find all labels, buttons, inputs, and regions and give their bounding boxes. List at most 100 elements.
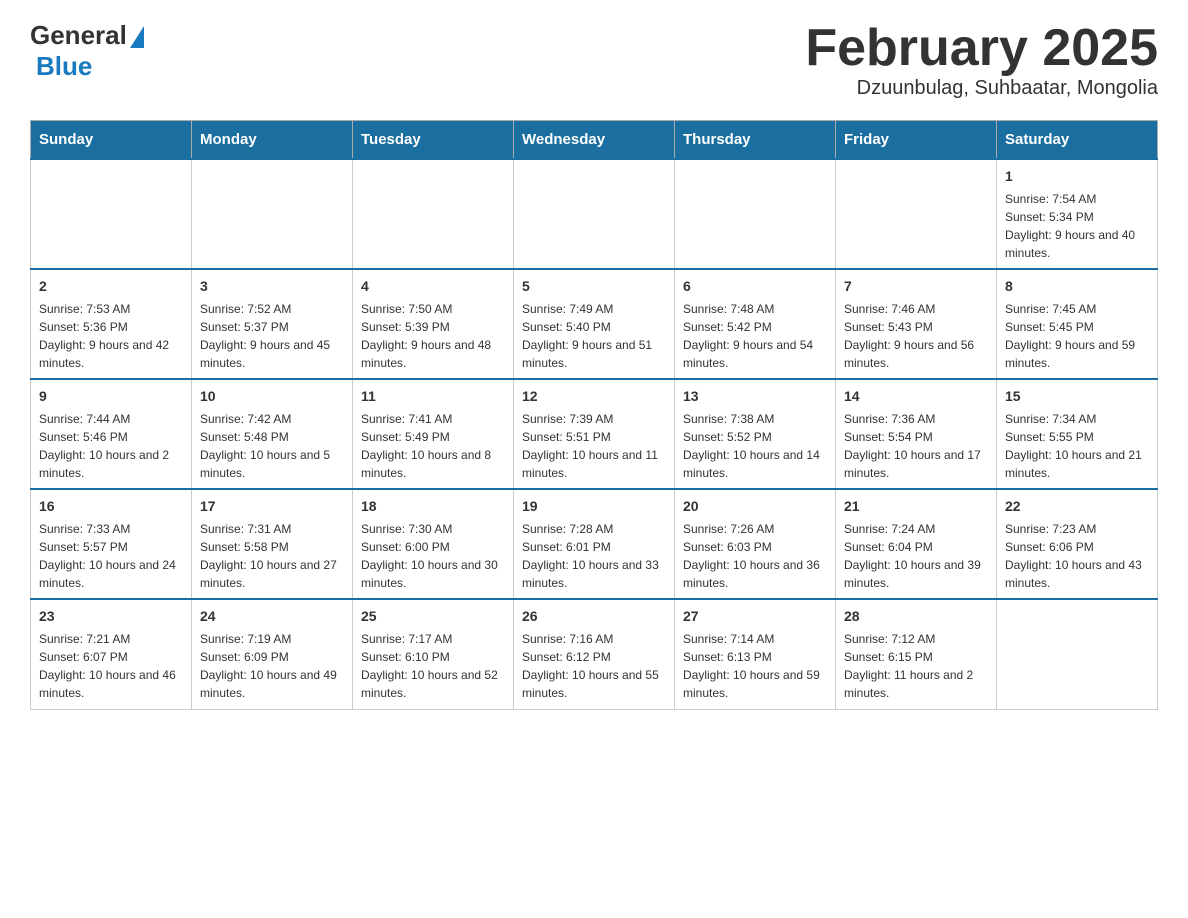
day-number: 19 — [522, 496, 666, 517]
day-number: 23 — [39, 606, 183, 627]
day-number: 17 — [200, 496, 344, 517]
calendar-cell: 22 Sunrise: 7:23 AMSunset: 6:06 PMDayligh… — [997, 489, 1158, 599]
calendar-cell: 2 Sunrise: 7:53 AMSunset: 5:36 PMDaylight… — [31, 269, 192, 379]
page-header: General Blue February 2025 Dzuunbulag, S… — [30, 20, 1158, 100]
day-info: Sunrise: 7:48 AMSunset: 5:42 PMDaylight:… — [683, 300, 827, 372]
day-info: Sunrise: 7:23 AMSunset: 6:06 PMDaylight:… — [1005, 520, 1149, 592]
logo: General Blue — [30, 20, 144, 82]
day-number: 24 — [200, 606, 344, 627]
day-number: 27 — [683, 606, 827, 627]
day-number: 13 — [683, 386, 827, 407]
calendar-cell — [514, 159, 675, 269]
day-info: Sunrise: 7:50 AMSunset: 5:39 PMDaylight:… — [361, 300, 505, 372]
day-number: 6 — [683, 276, 827, 297]
calendar-cell: 17 Sunrise: 7:31 AMSunset: 5:58 PMDayligh… — [192, 489, 353, 599]
day-info: Sunrise: 7:41 AMSunset: 5:49 PMDaylight:… — [361, 410, 505, 482]
calendar-cell: 12 Sunrise: 7:39 AMSunset: 5:51 PMDayligh… — [514, 379, 675, 489]
day-info: Sunrise: 7:42 AMSunset: 5:48 PMDaylight:… — [200, 410, 344, 482]
logo-general-text: General — [30, 20, 127, 51]
calendar-cell: 8Sunrise: 7:45 AMSunset: 5:45 PMDaylight… — [997, 269, 1158, 379]
calendar-week-row: 9 Sunrise: 7:44 AMSunset: 5:46 PMDaylight… — [31, 379, 1158, 489]
day-info: Sunrise: 7:34 AMSunset: 5:55 PMDaylight:… — [1005, 410, 1149, 482]
calendar-header-saturday: Saturday — [997, 121, 1158, 160]
calendar-cell: 4 Sunrise: 7:50 AMSunset: 5:39 PMDaylight… — [353, 269, 514, 379]
calendar-cell: 21 Sunrise: 7:24 AMSunset: 6:04 PMDayligh… — [836, 489, 997, 599]
day-info: Sunrise: 7:33 AMSunset: 5:57 PMDaylight:… — [39, 520, 183, 592]
page-subtitle: Dzuunbulag, Suhbaatar, Mongolia — [805, 77, 1158, 100]
calendar-cell — [192, 159, 353, 269]
calendar-cell: 9 Sunrise: 7:44 AMSunset: 5:46 PMDaylight… — [31, 379, 192, 489]
day-info: Sunrise: 7:12 AMSunset: 6:15 PMDaylight:… — [844, 630, 988, 702]
day-number: 5 — [522, 276, 666, 297]
day-number: 10 — [200, 386, 344, 407]
day-number: 15 — [1005, 386, 1149, 407]
calendar-cell: 3 Sunrise: 7:52 AMSunset: 5:37 PMDaylight… — [192, 269, 353, 379]
calendar-cell: 20Sunrise: 7:26 AMSunset: 6:03 PMDayligh… — [675, 489, 836, 599]
calendar-cell — [675, 159, 836, 269]
logo-blue-text: Blue — [36, 51, 92, 82]
calendar-week-row: 23 Sunrise: 7:21 AMSunset: 6:07 PMDayligh… — [31, 599, 1158, 709]
calendar-header-sunday: Sunday — [31, 121, 192, 160]
day-number: 18 — [361, 496, 505, 517]
calendar-header-wednesday: Wednesday — [514, 121, 675, 160]
day-number: 22 — [1005, 496, 1149, 517]
calendar-cell: 11 Sunrise: 7:41 AMSunset: 5:49 PMDayligh… — [353, 379, 514, 489]
calendar-cell: 14 Sunrise: 7:36 AMSunset: 5:54 PMDayligh… — [836, 379, 997, 489]
calendar-cell: 15 Sunrise: 7:34 AMSunset: 5:55 PMDayligh… — [997, 379, 1158, 489]
calendar-week-row: 2 Sunrise: 7:53 AMSunset: 5:36 PMDaylight… — [31, 269, 1158, 379]
day-number: 25 — [361, 606, 505, 627]
day-info: Sunrise: 7:52 AMSunset: 5:37 PMDaylight:… — [200, 300, 344, 372]
calendar-cell: 6 Sunrise: 7:48 AMSunset: 5:42 PMDaylight… — [675, 269, 836, 379]
page-title: February 2025 — [805, 20, 1158, 77]
calendar-header-tuesday: Tuesday — [353, 121, 514, 160]
day-info: Sunrise: 7:53 AMSunset: 5:36 PMDaylight:… — [39, 300, 183, 372]
calendar-cell: 24 Sunrise: 7:19 AMSunset: 6:09 PMDayligh… — [192, 599, 353, 709]
day-number: 1 — [1005, 166, 1149, 187]
day-info: Sunrise: 7:24 AMSunset: 6:04 PMDaylight:… — [844, 520, 988, 592]
calendar-week-row: 16 Sunrise: 7:33 AMSunset: 5:57 PMDayligh… — [31, 489, 1158, 599]
title-block: February 2025 Dzuunbulag, Suhbaatar, Mon… — [805, 20, 1158, 100]
day-number: 16 — [39, 496, 183, 517]
day-info: Sunrise: 7:45 AMSunset: 5:45 PMDaylight:… — [1005, 300, 1149, 372]
calendar-cell — [31, 159, 192, 269]
calendar-cell: 27Sunrise: 7:14 AMSunset: 6:13 PMDayligh… — [675, 599, 836, 709]
day-info: Sunrise: 7:54 AMSunset: 5:34 PMDaylight:… — [1005, 190, 1149, 262]
day-info: Sunrise: 7:30 AMSunset: 6:00 PMDaylight:… — [361, 520, 505, 592]
day-number: 3 — [200, 276, 344, 297]
calendar-week-row: 1 Sunrise: 7:54 AMSunset: 5:34 PMDaylight… — [31, 159, 1158, 269]
day-info: Sunrise: 7:21 AMSunset: 6:07 PMDaylight:… — [39, 630, 183, 702]
day-number: 7 — [844, 276, 988, 297]
calendar-cell: 10 Sunrise: 7:42 AMSunset: 5:48 PMDayligh… — [192, 379, 353, 489]
day-info: Sunrise: 7:36 AMSunset: 5:54 PMDaylight:… — [844, 410, 988, 482]
day-info: Sunrise: 7:16 AMSunset: 6:12 PMDaylight:… — [522, 630, 666, 702]
day-info: Sunrise: 7:44 AMSunset: 5:46 PMDaylight:… — [39, 410, 183, 482]
day-number: 11 — [361, 386, 505, 407]
day-number: 2 — [39, 276, 183, 297]
calendar-cell: 26Sunrise: 7:16 AMSunset: 6:12 PMDayligh… — [514, 599, 675, 709]
calendar-cell: 23 Sunrise: 7:21 AMSunset: 6:07 PMDayligh… — [31, 599, 192, 709]
day-number: 12 — [522, 386, 666, 407]
day-info: Sunrise: 7:19 AMSunset: 6:09 PMDaylight:… — [200, 630, 344, 702]
day-info: Sunrise: 7:46 AMSunset: 5:43 PMDaylight:… — [844, 300, 988, 372]
day-number: 14 — [844, 386, 988, 407]
calendar-cell — [836, 159, 997, 269]
day-info: Sunrise: 7:39 AMSunset: 5:51 PMDaylight:… — [522, 410, 666, 482]
calendar-cell: 28Sunrise: 7:12 AMSunset: 6:15 PMDayligh… — [836, 599, 997, 709]
logo-triangle-icon — [130, 26, 144, 48]
calendar-cell: 16 Sunrise: 7:33 AMSunset: 5:57 PMDayligh… — [31, 489, 192, 599]
calendar-cell: 7 Sunrise: 7:46 AMSunset: 5:43 PMDaylight… — [836, 269, 997, 379]
calendar-cell — [353, 159, 514, 269]
day-number: 21 — [844, 496, 988, 517]
day-info: Sunrise: 7:17 AMSunset: 6:10 PMDaylight:… — [361, 630, 505, 702]
calendar-cell: 13 Sunrise: 7:38 AMSunset: 5:52 PMDayligh… — [675, 379, 836, 489]
calendar-cell: 19 Sunrise: 7:28 AMSunset: 6:01 PMDayligh… — [514, 489, 675, 599]
day-info: Sunrise: 7:28 AMSunset: 6:01 PMDaylight:… — [522, 520, 666, 592]
calendar-cell: 5Sunrise: 7:49 AMSunset: 5:40 PMDaylight… — [514, 269, 675, 379]
day-info: Sunrise: 7:38 AMSunset: 5:52 PMDaylight:… — [683, 410, 827, 482]
calendar-header-thursday: Thursday — [675, 121, 836, 160]
day-number: 4 — [361, 276, 505, 297]
calendar-cell: 18 Sunrise: 7:30 AMSunset: 6:00 PMDayligh… — [353, 489, 514, 599]
day-number: 9 — [39, 386, 183, 407]
day-number: 20 — [683, 496, 827, 517]
day-info: Sunrise: 7:31 AMSunset: 5:58 PMDaylight:… — [200, 520, 344, 592]
